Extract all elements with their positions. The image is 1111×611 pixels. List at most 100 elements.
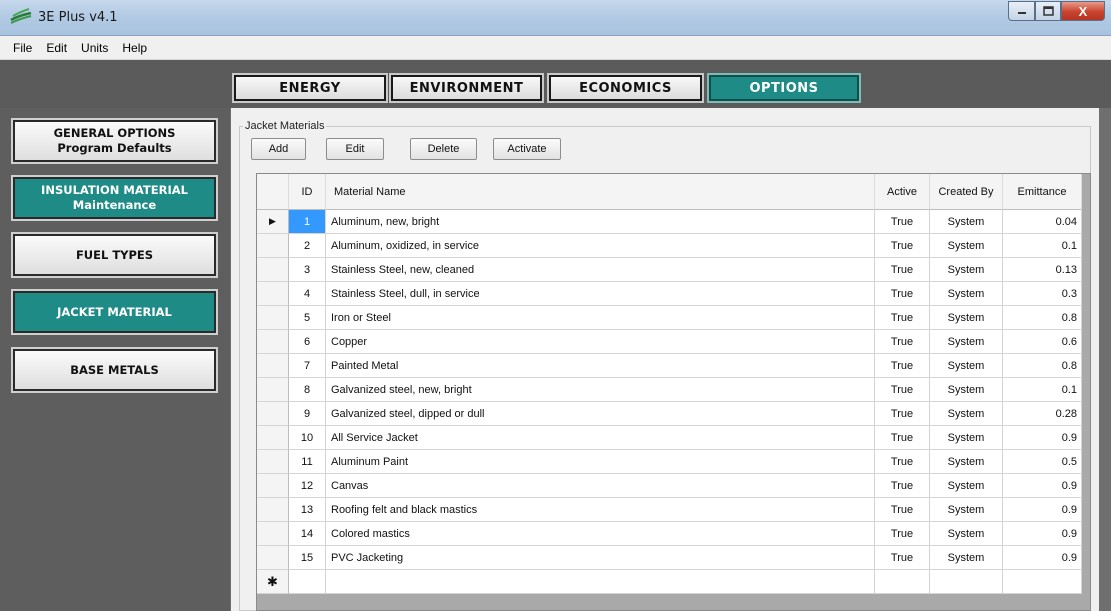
table-row[interactable]: 15 PVC Jacketing True System 0.9 [257, 546, 1090, 570]
column-header-emittance[interactable]: Emittance [1003, 174, 1082, 210]
cell-created-by[interactable]: System [930, 282, 1003, 306]
cell-material-name[interactable]: Aluminum Paint [326, 450, 875, 474]
cell-material-name[interactable]: Aluminum, oxidized, in service [326, 234, 875, 258]
cell-id[interactable]: 7 [289, 354, 326, 378]
cell-created-by[interactable]: System [930, 498, 1003, 522]
menu-help[interactable]: Help [115, 41, 154, 55]
activate-button[interactable]: Activate [493, 138, 561, 160]
cell-id[interactable]: 11 [289, 450, 326, 474]
column-header-created-by[interactable]: Created By [930, 174, 1003, 210]
cell-emittance[interactable]: 0.8 [1003, 306, 1082, 330]
new-row-cell[interactable] [326, 570, 875, 594]
cell-created-by[interactable]: System [930, 234, 1003, 258]
cell-created-by[interactable]: System [930, 210, 1003, 234]
cell-created-by[interactable]: System [930, 402, 1003, 426]
cell-emittance[interactable]: 0.9 [1003, 546, 1082, 570]
cell-created-by[interactable]: System [930, 378, 1003, 402]
table-row[interactable]: 2 Aluminum, oxidized, in service True Syste… [257, 234, 1090, 258]
table-row[interactable]: 8 Galvanized steel, new, bright True System… [257, 378, 1090, 402]
table-row[interactable]: 4 Stainless Steel, dull, in service True Sy… [257, 282, 1090, 306]
tab-environment[interactable]: ENVIRONMENT [389, 73, 544, 103]
cell-material-name[interactable]: Galvanized steel, dipped or dull [326, 402, 875, 426]
cell-emittance[interactable]: 0.6 [1003, 330, 1082, 354]
cell-active[interactable]: True [875, 522, 930, 546]
cell-active[interactable]: True [875, 234, 930, 258]
cell-id[interactable]: 3 [289, 258, 326, 282]
table-row[interactable]: 14 Colored mastics True System 0.9 [257, 522, 1090, 546]
cell-active[interactable]: True [875, 282, 930, 306]
cell-emittance[interactable]: 0.9 [1003, 426, 1082, 450]
tab-energy[interactable]: ENERGY [232, 73, 388, 103]
cell-active[interactable]: True [875, 426, 930, 450]
cell-material-name[interactable]: Stainless Steel, new, cleaned [326, 258, 875, 282]
cell-active[interactable]: True [875, 450, 930, 474]
cell-created-by[interactable]: System [930, 306, 1003, 330]
nav-base-metals[interactable]: BASE METALS [11, 347, 218, 393]
cell-emittance[interactable]: 0.5 [1003, 450, 1082, 474]
minimize-button[interactable] [1008, 1, 1035, 21]
new-row-cell[interactable] [289, 570, 326, 594]
cell-created-by[interactable]: System [930, 426, 1003, 450]
row-selector[interactable] [257, 426, 289, 450]
cell-active[interactable]: True [875, 546, 930, 570]
row-selector[interactable] [257, 546, 289, 570]
cell-material-name[interactable]: Iron or Steel [326, 306, 875, 330]
cell-material-name[interactable]: All Service Jacket [326, 426, 875, 450]
cell-emittance[interactable]: 0.9 [1003, 522, 1082, 546]
cell-active[interactable]: True [875, 474, 930, 498]
row-selector[interactable] [257, 402, 289, 426]
cell-emittance[interactable]: 0.28 [1003, 402, 1082, 426]
cell-created-by[interactable]: System [930, 474, 1003, 498]
nav-general-options[interactable]: GENERAL OPTIONS Program Defaults [11, 118, 218, 164]
cell-id[interactable]: 15 [289, 546, 326, 570]
cell-created-by[interactable]: System [930, 330, 1003, 354]
row-selector[interactable] [257, 522, 289, 546]
row-selector[interactable] [257, 354, 289, 378]
cell-emittance[interactable]: 0.04 [1003, 210, 1082, 234]
cell-id[interactable]: 6 [289, 330, 326, 354]
row-selector[interactable] [257, 450, 289, 474]
current-row-indicator-icon[interactable]: ▶ [257, 210, 289, 234]
cell-created-by[interactable]: System [930, 450, 1003, 474]
row-selector[interactable] [257, 306, 289, 330]
cell-created-by[interactable]: System [930, 546, 1003, 570]
new-row-cell[interactable] [930, 570, 1003, 594]
row-selector[interactable] [257, 378, 289, 402]
table-row[interactable]: 13 Roofing felt and black mastics True Syst… [257, 498, 1090, 522]
table-row[interactable]: 5 Iron or Steel True System 0.8 [257, 306, 1090, 330]
cell-created-by[interactable]: System [930, 258, 1003, 282]
nav-insulation-material[interactable]: INSULATION MATERIAL Maintenance [11, 175, 218, 221]
cell-active[interactable]: True [875, 402, 930, 426]
new-row[interactable]: ✱ [257, 570, 1090, 594]
table-row[interactable]: 7 Painted Metal True System 0.8 [257, 354, 1090, 378]
materials-grid[interactable]: ID Material Name Active Created By Emitt… [256, 173, 1091, 611]
column-header-id[interactable]: ID [289, 174, 326, 210]
nav-fuel-types[interactable]: FUEL TYPES [11, 232, 218, 278]
cell-material-name[interactable]: Galvanized steel, new, bright [326, 378, 875, 402]
cell-material-name[interactable]: Aluminum, new, bright [326, 210, 875, 234]
new-row-cell[interactable] [1003, 570, 1082, 594]
cell-id[interactable]: 14 [289, 522, 326, 546]
row-selector[interactable] [257, 282, 289, 306]
row-selector[interactable] [257, 234, 289, 258]
cell-emittance[interactable]: 0.9 [1003, 498, 1082, 522]
row-selector[interactable] [257, 474, 289, 498]
cell-created-by[interactable]: System [930, 522, 1003, 546]
cell-emittance[interactable]: 0.13 [1003, 258, 1082, 282]
new-row-cell[interactable] [875, 570, 930, 594]
menu-units[interactable]: Units [74, 41, 115, 55]
cell-active[interactable]: True [875, 378, 930, 402]
cell-id[interactable]: 1 [289, 210, 326, 234]
cell-id[interactable]: 10 [289, 426, 326, 450]
table-row[interactable]: 10 All Service Jacket True System 0.9 [257, 426, 1090, 450]
cell-active[interactable]: True [875, 330, 930, 354]
cell-active[interactable]: True [875, 354, 930, 378]
cell-material-name[interactable]: Roofing felt and black mastics [326, 498, 875, 522]
row-selector[interactable] [257, 498, 289, 522]
cell-emittance[interactable]: 0.3 [1003, 282, 1082, 306]
cell-material-name[interactable]: Colored mastics [326, 522, 875, 546]
cell-material-name[interactable]: Canvas [326, 474, 875, 498]
cell-id[interactable]: 4 [289, 282, 326, 306]
cell-id[interactable]: 13 [289, 498, 326, 522]
cell-id[interactable]: 5 [289, 306, 326, 330]
